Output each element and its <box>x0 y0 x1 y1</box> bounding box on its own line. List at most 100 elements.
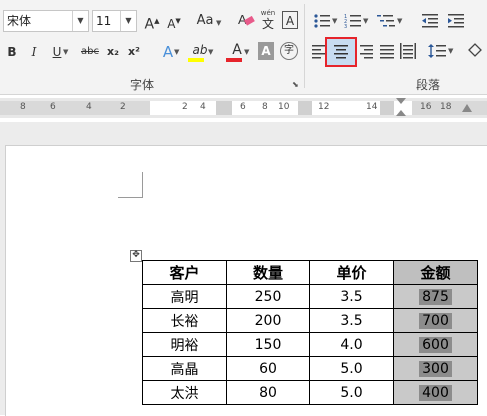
ruler-number: 16 <box>420 102 432 112</box>
bold-button[interactable]: B <box>5 41 19 63</box>
table-cell[interactable]: 250 <box>226 284 310 309</box>
ruler-number: 6 <box>50 102 56 112</box>
table-cell[interactable]: 4.0 <box>309 332 394 357</box>
chevron-down-icon: ▼ <box>120 11 136 31</box>
multilevel-list-icon: ▼ <box>377 15 403 27</box>
distributed-button[interactable] <box>399 42 417 60</box>
right-indent-marker[interactable] <box>462 104 472 112</box>
ruler-number: 2 <box>120 102 126 112</box>
svg-text:3: 3 <box>344 24 347 30</box>
bullet-list-icon: ▼ <box>314 14 338 28</box>
justify-button[interactable] <box>378 42 396 60</box>
superscript-button[interactable]: x² <box>126 41 142 63</box>
table-cell[interactable]: 80 <box>226 380 310 405</box>
font-dialog-launcher-icon[interactable]: ⬊ <box>292 80 299 89</box>
align-right-button[interactable] <box>357 42 375 60</box>
table-header-cell[interactable]: 单价 <box>309 260 394 285</box>
multilevel-list-button[interactable]: ▼ <box>377 12 405 30</box>
ruler-number: 14 <box>366 102 378 112</box>
phonetic-bottom: 文 <box>261 17 274 31</box>
bold-icon: B <box>7 45 17 59</box>
margin-corner-mark <box>118 197 142 198</box>
horizontal-ruler[interactable]: 8 6 4 2 2 4 6 8 10 12 14 16 18 <box>0 98 487 118</box>
highlighter-icon: ab <box>192 43 208 57</box>
table-header-cell[interactable]: 客户 <box>142 260 227 285</box>
table-cell[interactable]: 3.5 <box>309 308 394 333</box>
table-cell[interactable]: 60 <box>226 356 310 381</box>
cell-value: 700 <box>419 312 452 329</box>
ruler-number: 4 <box>200 102 206 112</box>
table-move-handle-icon[interactable]: ✥ <box>130 250 142 262</box>
svg-text:▼: ▼ <box>332 17 338 25</box>
enclose-characters-button[interactable]: 字 <box>280 42 298 60</box>
first-line-indent-marker[interactable] <box>396 98 406 104</box>
align-right-icon <box>360 45 373 59</box>
subscript-icon: x₂ <box>107 45 119 58</box>
phonetic-guide-button[interactable]: wén 文 <box>258 9 278 33</box>
table-cell[interactable]: 5.0 <box>309 380 394 405</box>
chevron-down-icon: ▼ <box>72 11 88 31</box>
align-center-button[interactable] <box>325 37 357 67</box>
eraser-icon: A <box>238 12 255 27</box>
paint-bucket-icon <box>468 43 482 57</box>
ruler-number: 8 <box>20 102 26 112</box>
table-cell[interactable]: 太洪 <box>142 380 227 405</box>
highlight-color-swatch <box>188 58 204 62</box>
font-color-button[interactable]: A ▼ <box>224 39 250 62</box>
numbering-button[interactable]: 1 2 3 ▼ <box>344 12 370 30</box>
shading-button[interactable] <box>465 42 487 60</box>
increase-indent-icon <box>448 14 464 28</box>
ruler-column-marker <box>380 101 394 115</box>
grow-font-button[interactable]: A▲ <box>143 10 161 33</box>
line-spacing-button[interactable]: ▼ <box>428 42 456 60</box>
table-cell[interactable]: 高晶 <box>142 356 227 381</box>
grow-font-icon: A <box>144 16 155 33</box>
shrink-font-button[interactable]: A▼ <box>165 10 183 32</box>
strikethrough-button[interactable]: abc <box>79 41 101 63</box>
change-case-icon: Aa <box>196 13 214 28</box>
superscript-icon: x² <box>128 45 140 58</box>
ruler-number: 4 <box>86 102 92 112</box>
subscript-button[interactable]: x₂ <box>105 41 121 63</box>
hanging-indent-marker[interactable] <box>396 110 406 116</box>
table-cell[interactable]: 长裕 <box>142 308 227 333</box>
highlight-color-button[interactable]: ab ▼ <box>186 39 214 62</box>
character-shading-button[interactable]: A <box>258 42 274 60</box>
margin-corner-mark <box>142 172 143 198</box>
table-cell-selected[interactable]: 875 <box>393 284 478 309</box>
group-divider <box>304 4 305 88</box>
cell-value: 875 <box>419 288 452 305</box>
change-case-button[interactable]: Aa ▼ <box>192 10 222 32</box>
font-name-select[interactable]: 宋体 ▼ <box>3 10 89 32</box>
table-header-cell[interactable]: 金额 <box>393 260 478 285</box>
ruler-number: 12 <box>318 102 330 112</box>
character-border-button[interactable]: A <box>282 11 298 29</box>
table-cell[interactable]: 200 <box>226 308 310 333</box>
table-cell[interactable]: 明裕 <box>142 332 227 357</box>
decrease-indent-button[interactable] <box>420 12 440 30</box>
font-size-value: 11 <box>96 14 112 28</box>
table-header-cell[interactable]: 数量 <box>226 260 310 285</box>
font-size-select[interactable]: 11 ▼ <box>92 10 137 32</box>
table-cell[interactable]: 高明 <box>142 284 227 309</box>
table-cell[interactable]: 150 <box>226 332 310 357</box>
numbered-list-icon: 1 2 3 ▼ <box>344 14 369 30</box>
underline-button[interactable]: U ▼ <box>47 41 69 63</box>
table-cell-selected[interactable]: 600 <box>393 332 478 357</box>
phonetic-top: wén <box>260 9 276 17</box>
ruler-number: 8 <box>262 102 268 112</box>
table-cell[interactable]: 3.5 <box>309 284 394 309</box>
table-cell-selected[interactable]: 300 <box>393 356 478 381</box>
underline-icon: U <box>52 45 62 59</box>
table-cell-selected[interactable]: 400 <box>393 380 478 405</box>
bullets-button[interactable]: ▼ <box>313 12 339 30</box>
increase-indent-button[interactable] <box>446 12 466 30</box>
line-spacing-icon: ▼ <box>428 44 454 58</box>
data-table[interactable]: 客户 数量 单价 金额 高明 250 3.5 875 长裕 200 3.5 70… <box>142 260 478 405</box>
text-effects-button[interactable]: A ▼ <box>156 41 180 63</box>
table-cell[interactable]: 5.0 <box>309 356 394 381</box>
clear-formatting-button[interactable]: A <box>236 10 256 32</box>
table-cell-selected[interactable]: 700 <box>393 308 478 333</box>
italic-button[interactable]: I <box>27 41 41 63</box>
ruler-number: 10 <box>278 102 290 112</box>
